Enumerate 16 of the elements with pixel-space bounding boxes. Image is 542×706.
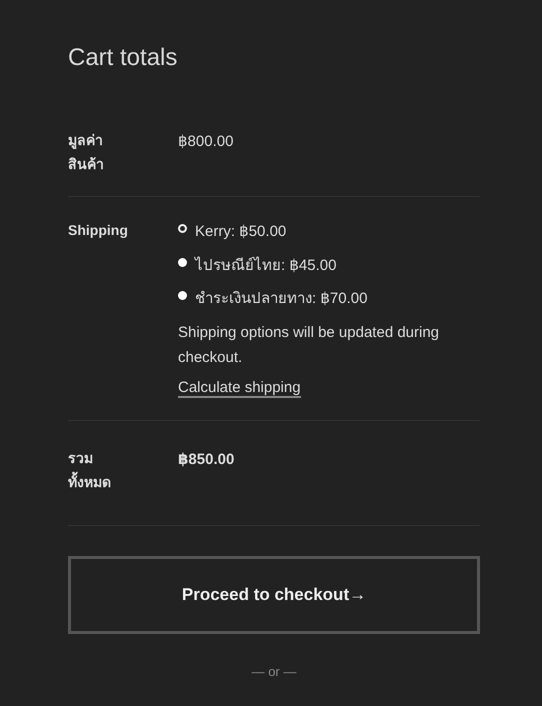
total-value: ฿850.00 — [178, 450, 236, 470]
shipping-option-label[interactable]: ไปรษณีย์ไทย: ฿45.00 — [195, 252, 336, 278]
subtotal-value: ฿800.00 — [178, 132, 234, 152]
radio-button[interactable] — [178, 258, 187, 267]
calculate-shipping-link[interactable]: Calculate shipping — [178, 378, 301, 398]
row-label: รวมทั้งหมด — [68, 449, 112, 492]
radio-button[interactable] — [178, 224, 187, 234]
row-label: มูลค่าสินค้า — [68, 130, 105, 174]
shipping-note: Shipping options will be updated during checkout. — [178, 322, 440, 368]
row-label: Shipping — [68, 221, 129, 240]
shipping-option-label[interactable]: Kerry: ฿50.00 — [195, 219, 286, 245]
shipping-option-label[interactable]: ชำระเงินปลายทาง: ฿70.00 — [195, 286, 368, 312]
checkout-button[interactable]: Proceed to checkout→ — [68, 556, 480, 634]
section-title: Cart totals — [68, 44, 178, 73]
radio-button[interactable] — [178, 291, 187, 300]
separator-text: — or — — [250, 662, 298, 681]
